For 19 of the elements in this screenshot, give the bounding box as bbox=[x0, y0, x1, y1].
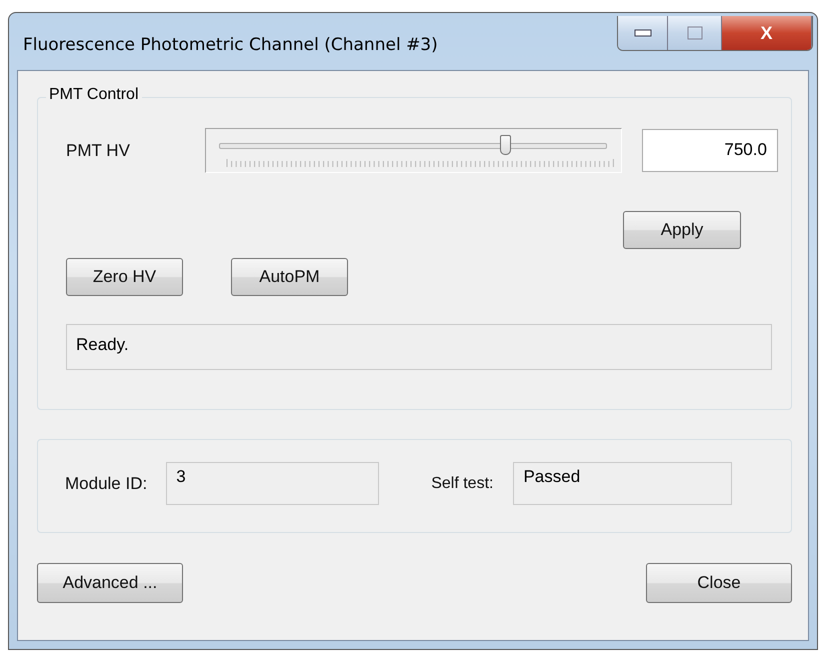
control-button[interactable]: Zero HV bbox=[66, 258, 183, 296]
hv-value-field[interactable]: 750.0 bbox=[642, 129, 778, 172]
field-label: PMT HV bbox=[66, 140, 130, 160]
minimize-button[interactable] bbox=[618, 16, 668, 50]
self-test-field: Passed bbox=[513, 462, 732, 505]
status-field: Ready. bbox=[66, 324, 772, 370]
hv-slider[interactable] bbox=[204, 128, 622, 173]
close-window-button[interactable]: X bbox=[722, 16, 812, 50]
apply-button[interactable]: Apply bbox=[623, 211, 741, 249]
footer-button[interactable]: Advanced ... bbox=[37, 563, 183, 603]
field-label: Self test: bbox=[431, 474, 494, 492]
window-title: Fluorescence Photometric Channel (Channel #3) bbox=[23, 35, 438, 55]
maximize-icon bbox=[686, 26, 702, 40]
control-button[interactable]: AutoPM bbox=[231, 258, 348, 296]
footer-button[interactable]: Close bbox=[646, 563, 792, 603]
slider-thumb[interactable] bbox=[500, 135, 511, 155]
module-id-field: 3 bbox=[166, 462, 380, 505]
minimize-icon bbox=[634, 29, 652, 37]
field-label: Module ID: bbox=[65, 474, 148, 494]
